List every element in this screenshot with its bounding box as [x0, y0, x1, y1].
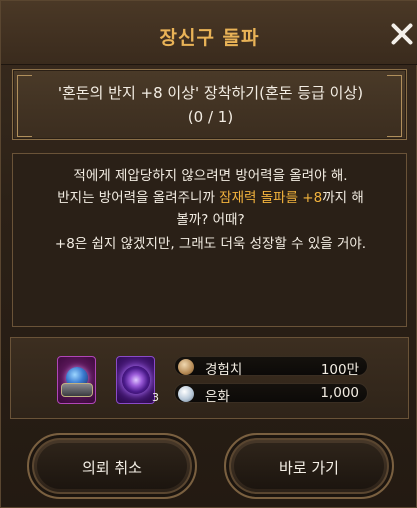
dialog-title: 장신구 돌파	[159, 27, 260, 49]
go-now-button[interactable]: 바로 가기	[224, 433, 394, 499]
item-count: 3	[152, 391, 159, 404]
reward-silver-value: 1,000	[320, 385, 359, 401]
exp-coin-icon	[178, 359, 194, 375]
reward-exp-label: 경험치	[205, 362, 243, 378]
quest-objective-box: '혼돈의 반지 +8 이상' 장착하기(혼돈 등급 이상) (0 / 1)	[12, 69, 407, 140]
description-line-2-end: 까지 해	[322, 190, 364, 206]
silver-coin-icon	[178, 386, 194, 402]
cancel-quest-button[interactable]: 의뢰 취소	[27, 433, 197, 499]
description-line-2-start: 반지는 방어력을 올려주니까	[57, 190, 220, 206]
go-now-label: 바로 가기	[279, 459, 339, 477]
purple-orb-icon[interactable]	[116, 356, 155, 404]
cancel-quest-label: 의뢰 취소	[82, 459, 142, 477]
quest-objective-text: '혼돈의 반지 +8 이상' 장착하기(혼돈 등급 이상)	[57, 84, 364, 102]
chaos-ring-icon[interactable]	[57, 356, 96, 404]
close-icon[interactable]	[385, 21, 417, 53]
reward-silver-label: 은화	[205, 389, 230, 405]
reward-exp-value: 100만	[320, 362, 359, 378]
reward-exp: 경험치 100만	[174, 356, 368, 378]
description-line-3: 볼까? 어때?	[176, 212, 245, 228]
reward-silver: 은화 1,000	[174, 383, 368, 405]
quest-progress: (0 / 1)	[187, 108, 234, 126]
title-bar: 장신구 돌파	[1, 1, 417, 65]
description-line-1: 적에게 제압당하지 않으려면 방어력을 올려야 해.	[73, 168, 348, 184]
description-highlight: 잠재력 돌파를 +8	[219, 190, 323, 206]
description-box: 적에게 제압당하지 않으려면 방어력을 올려야 해. 반지는 방어력을 올려주니…	[12, 153, 407, 327]
quest-dialog: 장신구 돌파 '혼돈의 반지 +8 이상' 장착하기(혼돈 등급 이상) (0 …	[0, 0, 417, 508]
description-line-2: 반지는 방어력을 올려주니까 잠재력 돌파를 +8까지 해	[13, 186, 408, 206]
description-line-4: +8은 쉽지 않겠지만, 그래도 더욱 성장할 수 있을 거야.	[54, 236, 367, 252]
